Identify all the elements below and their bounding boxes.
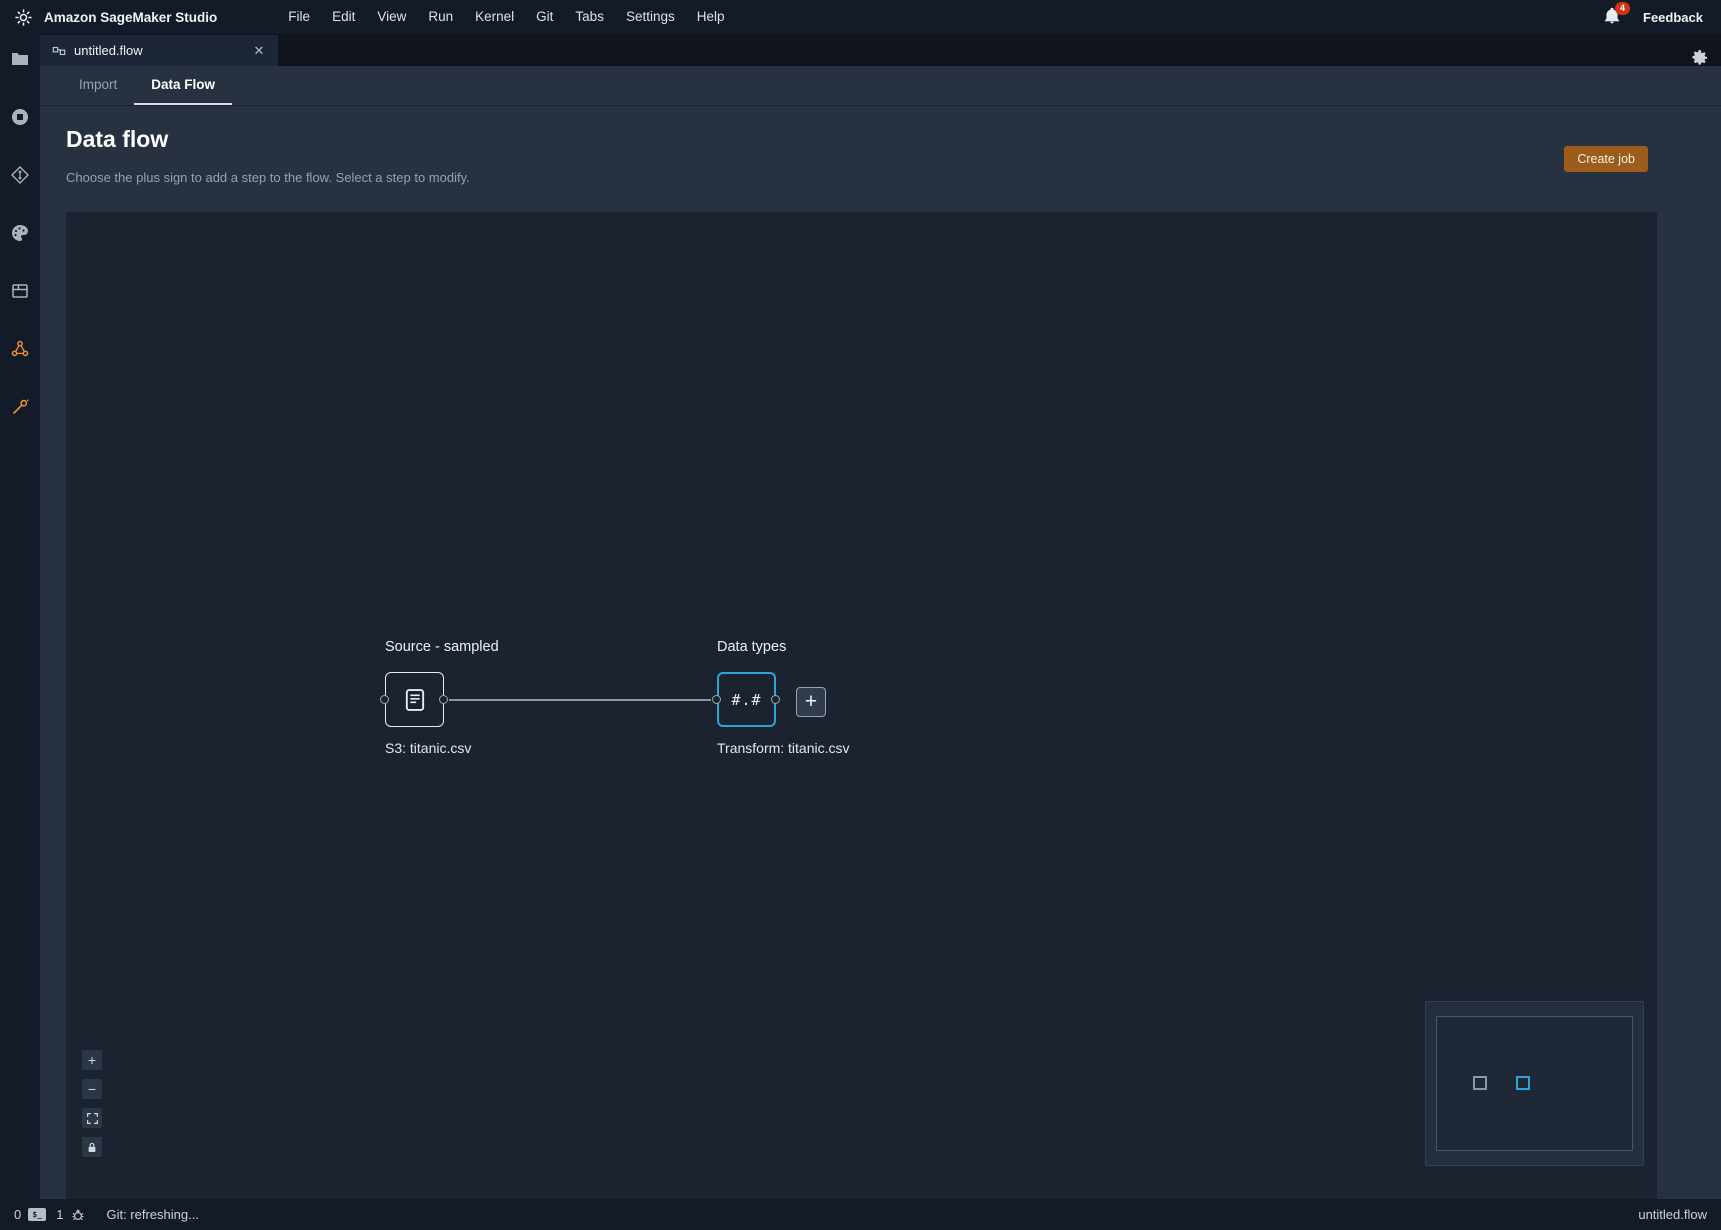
minimap-transform-node	[1516, 1076, 1530, 1090]
transform-input-port[interactable]	[712, 695, 721, 704]
menu-kernel[interactable]: Kernel	[464, 0, 525, 34]
flow-file-icon	[52, 44, 66, 58]
add-step-button[interactable]: +	[796, 687, 826, 717]
transform-output-port[interactable]	[771, 695, 780, 704]
notifications-bell-icon[interactable]: 4	[1603, 7, 1623, 27]
menu-edit[interactable]: Edit	[321, 0, 366, 34]
status-bar: 0 $_ 1 Git: refreshing... untitled.flow	[0, 1199, 1721, 1230]
open-tabs-icon[interactable]	[9, 280, 31, 302]
transform-node-caption: Transform: titanic.csv	[717, 740, 850, 756]
terminals-status[interactable]: 0 $_	[14, 1207, 46, 1222]
tab-data-flow[interactable]: Data Flow	[134, 66, 232, 105]
running-sessions-icon[interactable]	[9, 106, 31, 128]
git-panel-icon[interactable]	[9, 164, 31, 186]
kernels-count: 1	[56, 1207, 63, 1222]
commands-palette-icon[interactable]	[9, 222, 31, 244]
menu-run[interactable]: Run	[417, 0, 464, 34]
data-types-glyph: #.#	[731, 691, 761, 709]
file-browser-icon[interactable]	[9, 48, 31, 70]
transform-node-selected[interactable]: #.#	[717, 672, 776, 727]
topbar-right-group: 4 Feedback	[1603, 7, 1721, 27]
notification-badge: 4	[1615, 2, 1630, 15]
page-title: Data flow	[66, 126, 168, 153]
menu-tabs[interactable]: Tabs	[564, 0, 615, 34]
zoom-in-button[interactable]: +	[82, 1050, 102, 1070]
flow-edge	[449, 699, 711, 701]
menu-git[interactable]: Git	[525, 0, 564, 34]
menu-settings[interactable]: Settings	[615, 0, 686, 34]
terminal-icon: $_	[28, 1208, 46, 1221]
tab-untitled-flow[interactable]: untitled.flow ✕	[40, 35, 278, 66]
tab-label: untitled.flow	[74, 43, 242, 58]
menu-help[interactable]: Help	[686, 0, 736, 34]
kernels-status[interactable]: 1	[56, 1207, 86, 1223]
create-job-button[interactable]: Create job	[1564, 146, 1648, 172]
canvas-zoom-controls: + −	[82, 1050, 102, 1157]
settings-gear-icon[interactable]	[1689, 48, 1709, 68]
source-node-caption: S3: titanic.csv	[385, 740, 471, 756]
pipelines-icon[interactable]	[9, 396, 31, 418]
sagemaker-components-icon[interactable]	[9, 338, 31, 360]
app-title: Amazon SageMaker Studio	[44, 10, 217, 25]
tab-close-icon[interactable]: ✕	[250, 42, 268, 60]
document-tab-bar: untitled.flow ✕	[40, 34, 1721, 66]
source-node-title: Source - sampled	[385, 639, 499, 655]
menu-view[interactable]: View	[366, 0, 417, 34]
git-status-text[interactable]: Git: refreshing...	[106, 1207, 198, 1222]
terminals-count: 0	[14, 1207, 21, 1222]
flow-subtabs: Import Data Flow	[40, 66, 1721, 106]
source-input-port[interactable]	[380, 695, 389, 704]
top-menu-bar: Amazon SageMaker Studio File Edit View R…	[0, 0, 1721, 34]
sagemaker-logo-icon	[12, 6, 34, 28]
feedback-link[interactable]: Feedback	[1643, 10, 1703, 25]
activity-sidebar	[0, 34, 40, 1199]
lock-view-icon[interactable]	[82, 1137, 102, 1157]
zoom-out-button[interactable]: −	[82, 1079, 102, 1099]
minimap-source-node	[1473, 1076, 1487, 1090]
data-flow-panel: Data flow Choose the plus sign to add a …	[40, 106, 1721, 1199]
flow-minimap[interactable]	[1425, 1001, 1644, 1166]
menu-file[interactable]: File	[277, 0, 321, 34]
transform-node-title: Data types	[717, 639, 786, 655]
fit-view-icon[interactable]	[82, 1108, 102, 1128]
flow-canvas[interactable]: Source - sampled S3: titanic.csv Data ty…	[66, 212, 1657, 1199]
main-menu: File Edit View Run Kernel Git Tabs Setti…	[277, 0, 735, 34]
status-filename: untitled.flow	[1638, 1207, 1707, 1222]
page-subtitle: Choose the plus sign to add a step to th…	[66, 170, 470, 185]
kernel-bug-icon	[70, 1207, 86, 1223]
source-output-port[interactable]	[439, 695, 448, 704]
source-node[interactable]	[385, 672, 444, 727]
minimap-viewport	[1436, 1016, 1633, 1151]
dataset-document-icon	[401, 686, 429, 714]
tab-import[interactable]: Import	[62, 66, 134, 105]
